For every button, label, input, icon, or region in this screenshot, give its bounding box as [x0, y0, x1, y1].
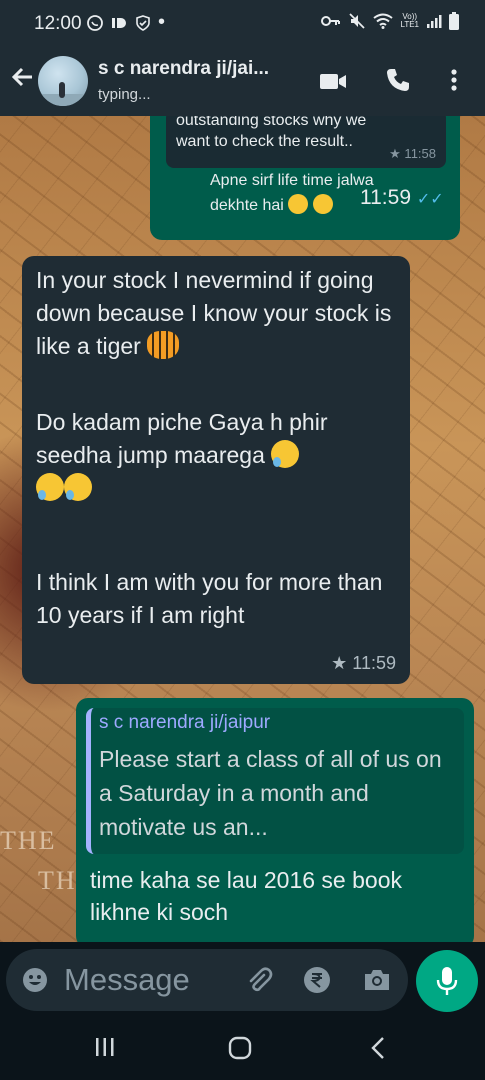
background-text-th: TH [38, 866, 77, 895]
phone-icon[interactable] [384, 66, 412, 94]
tiger-emoji-icon [147, 331, 180, 359]
incoming-message[interactable]: In your stock I nevermind if going down … [22, 256, 410, 684]
key-icon [321, 16, 341, 26]
reply-quote-text: Please start a class of all of us on a S… [99, 746, 442, 840]
grin-emoji-icon [312, 194, 333, 214]
mic-icon [436, 967, 458, 995]
contact-status: typing... [98, 86, 151, 103]
message-field[interactable] [6, 949, 408, 1011]
quoted-message[interactable]: outstanding stocks why we want to check … [166, 116, 446, 168]
volte-indicator: Vo)) LTE1 [400, 12, 419, 29]
message-input[interactable] [64, 961, 224, 999]
back-arrow-icon[interactable] [10, 64, 36, 90]
status-time: 12:00 [34, 13, 82, 34]
outgoing-time: 11:59 ✓✓ [360, 186, 444, 209]
input-bar [0, 942, 485, 1016]
recents-icon[interactable] [94, 1036, 116, 1058]
rupee-icon[interactable] [302, 965, 332, 995]
chat-area[interactable]: THE TH D outstanding stocks why we want … [0, 116, 485, 942]
laughing-tears-emoji-icon [64, 473, 92, 501]
dot-notification-icon: • [158, 11, 166, 33]
signal-icon [427, 15, 442, 28]
status-bar: 12:00 • Vo)) LTE1 [0, 0, 485, 48]
message-paragraph-3: I think I am with you for more than 10 y… [36, 569, 383, 628]
nav-back-icon[interactable] [370, 1036, 386, 1060]
avatar-figure [59, 82, 65, 98]
outgoing-text: Apne sirf life time jalwa dekhte hai [210, 172, 374, 214]
shield-notification-icon [136, 15, 150, 31]
attach-icon[interactable] [244, 965, 274, 995]
message-time: ★ 11:59 [331, 653, 396, 673]
reply-quote-name: s c narendra ji/jaipur [99, 712, 271, 733]
whatsapp-notification-icon [87, 15, 103, 31]
id-notification-icon [112, 18, 126, 28]
contact-name[interactable]: s c narendra ji/jai... [98, 58, 269, 80]
message-paragraph-1: In your stock I nevermind if going down … [36, 267, 392, 359]
outgoing-reply-message[interactable]: s c narendra ji/jaipur Please start a cl… [76, 698, 474, 942]
read-ticks-icon: ✓✓ [416, 191, 444, 208]
quoted-text: outstanding stocks why we want to check … [176, 116, 367, 150]
mic-button[interactable] [416, 950, 478, 1012]
quoted-time: ★ 11:58 [389, 146, 436, 161]
chat-header: s c narendra ji/jai... typing... [0, 48, 485, 116]
sunglasses-emoji-icon [288, 194, 309, 214]
avatar[interactable] [38, 56, 88, 106]
mute-icon [349, 13, 366, 29]
status-left-icons: • [86, 11, 166, 33]
home-icon[interactable] [228, 1036, 252, 1060]
reply-text: time kaha se lau 2016 se book likhne ki … [90, 867, 402, 925]
laughing-tears-emoji-icon [271, 440, 300, 468]
emoji-icon[interactable] [22, 967, 48, 993]
background-text-the: THE [0, 826, 57, 855]
more-vert-icon[interactable] [447, 66, 461, 94]
status-right-icons: Vo)) LTE1 [321, 12, 459, 30]
wifi-icon [373, 13, 394, 29]
laughing-tears-emoji-icon [36, 473, 64, 501]
camera-icon[interactable] [362, 967, 392, 993]
system-nav-bar [0, 1016, 485, 1080]
video-call-icon[interactable] [318, 66, 348, 96]
message-paragraph-2: Do kadam piche Gaya h phir seedha jump m… [36, 406, 406, 505]
outgoing-message-top[interactable]: outstanding stocks why we want to check … [150, 116, 460, 240]
reply-quote[interactable]: s c narendra ji/jaipur Please start a cl… [86, 708, 464, 854]
battery-icon [449, 12, 459, 30]
